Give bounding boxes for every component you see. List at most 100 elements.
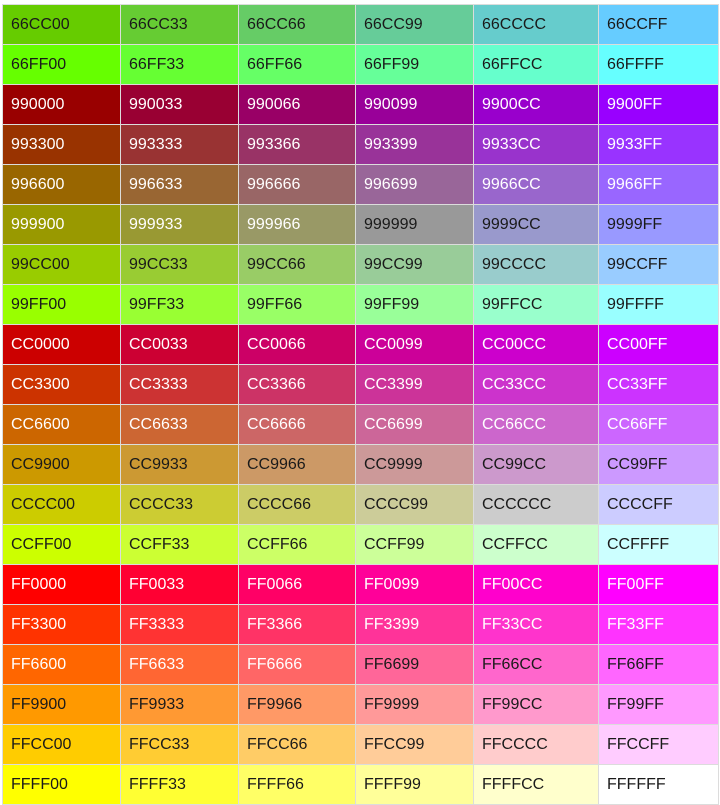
color-swatch-99cc00[interactable]: 99CC00	[2, 244, 121, 285]
color-swatch-ff9900[interactable]: FF9900	[2, 684, 121, 725]
color-swatch-cc3333[interactable]: CC3333	[120, 364, 239, 405]
color-swatch-66cc00[interactable]: 66CC00	[2, 4, 121, 45]
color-swatch-cc6699[interactable]: CC6699	[355, 404, 474, 445]
color-swatch-ff9933[interactable]: FF9933	[120, 684, 239, 725]
color-swatch-ff0033[interactable]: FF0033	[120, 564, 239, 605]
color-swatch-cc9933[interactable]: CC9933	[120, 444, 239, 485]
color-swatch-ffff66[interactable]: FFFF66	[238, 764, 356, 805]
color-swatch-ffcc33[interactable]: FFCC33	[120, 724, 239, 765]
color-swatch-ff0066[interactable]: FF0066	[238, 564, 356, 605]
color-swatch-66cc33[interactable]: 66CC33	[120, 4, 239, 45]
color-swatch-ff6666[interactable]: FF6666	[238, 644, 356, 685]
color-swatch-990099[interactable]: 990099	[355, 84, 474, 125]
color-swatch-99ffcc[interactable]: 99FFCC	[473, 284, 599, 325]
color-swatch-9966cc[interactable]: 9966CC	[473, 164, 599, 205]
color-swatch-66ff00[interactable]: 66FF00	[2, 44, 121, 85]
color-swatch-ff00cc[interactable]: FF00CC	[473, 564, 599, 605]
color-swatch-9999cc[interactable]: 9999CC	[473, 204, 599, 245]
color-swatch-ff0000[interactable]: FF0000	[2, 564, 121, 605]
color-swatch-ff33ff[interactable]: FF33FF	[598, 604, 719, 645]
color-swatch-ffcc99[interactable]: FFCC99	[355, 724, 474, 765]
color-swatch-999966[interactable]: 999966	[238, 204, 356, 245]
color-swatch-ffcc00[interactable]: FFCC00	[2, 724, 121, 765]
color-swatch-9966ff[interactable]: 9966FF	[598, 164, 719, 205]
color-swatch-66cc66[interactable]: 66CC66	[238, 4, 356, 45]
color-swatch-cc3399[interactable]: CC3399	[355, 364, 474, 405]
color-swatch-cc33cc[interactable]: CC33CC	[473, 364, 599, 405]
color-swatch-cc99cc[interactable]: CC99CC	[473, 444, 599, 485]
color-swatch-999933[interactable]: 999933	[120, 204, 239, 245]
color-swatch-cc00ff[interactable]: CC00FF	[598, 324, 719, 365]
color-swatch-cccc00[interactable]: CCCC00	[2, 484, 121, 525]
color-swatch-ff66cc[interactable]: FF66CC	[473, 644, 599, 685]
color-swatch-99ff66[interactable]: 99FF66	[238, 284, 356, 325]
color-swatch-66cccc[interactable]: 66CCCC	[473, 4, 599, 45]
color-swatch-99cc99[interactable]: 99CC99	[355, 244, 474, 285]
color-swatch-cc6600[interactable]: CC6600	[2, 404, 121, 445]
color-swatch-cc00cc[interactable]: CC00CC	[473, 324, 599, 365]
color-swatch-9933cc[interactable]: 9933CC	[473, 124, 599, 165]
color-swatch-ffff33[interactable]: FFFF33	[120, 764, 239, 805]
color-swatch-99cc33[interactable]: 99CC33	[120, 244, 239, 285]
color-swatch-999999[interactable]: 999999	[355, 204, 474, 245]
color-swatch-cc0099[interactable]: CC0099	[355, 324, 474, 365]
color-swatch-990033[interactable]: 990033	[120, 84, 239, 125]
color-swatch-ff3333[interactable]: FF3333	[120, 604, 239, 645]
color-swatch-cc9999[interactable]: CC9999	[355, 444, 474, 485]
color-swatch-ff33cc[interactable]: FF33CC	[473, 604, 599, 645]
color-swatch-66ff66[interactable]: 66FF66	[238, 44, 356, 85]
color-swatch-cc9966[interactable]: CC9966	[238, 444, 356, 485]
color-swatch-ffffff[interactable]: FFFFFF	[598, 764, 719, 805]
color-swatch-9999ff[interactable]: 9999FF	[598, 204, 719, 245]
color-swatch-ff99cc[interactable]: FF99CC	[473, 684, 599, 725]
color-swatch-ff6600[interactable]: FF6600	[2, 644, 121, 685]
color-swatch-9933ff[interactable]: 9933FF	[598, 124, 719, 165]
color-swatch-993333[interactable]: 993333	[120, 124, 239, 165]
color-swatch-cc66ff[interactable]: CC66FF	[598, 404, 719, 445]
color-swatch-cc99ff[interactable]: CC99FF	[598, 444, 719, 485]
color-swatch-ffff99[interactable]: FFFF99	[355, 764, 474, 805]
color-swatch-ff9999[interactable]: FF9999	[355, 684, 474, 725]
color-swatch-ff3366[interactable]: FF3366	[238, 604, 356, 645]
color-swatch-66cc99[interactable]: 66CC99	[355, 4, 474, 45]
color-swatch-996699[interactable]: 996699	[355, 164, 474, 205]
color-swatch-ff3399[interactable]: FF3399	[355, 604, 474, 645]
color-swatch-9900ff[interactable]: 9900FF	[598, 84, 719, 125]
color-swatch-990066[interactable]: 990066	[238, 84, 356, 125]
color-swatch-ff6699[interactable]: FF6699	[355, 644, 474, 685]
color-swatch-99ff33[interactable]: 99FF33	[120, 284, 239, 325]
color-swatch-cc9900[interactable]: CC9900	[2, 444, 121, 485]
color-swatch-ffffcc[interactable]: FFFFCC	[473, 764, 599, 805]
color-swatch-66ff99[interactable]: 66FF99	[355, 44, 474, 85]
color-swatch-990000[interactable]: 990000	[2, 84, 121, 125]
color-swatch-9900cc[interactable]: 9900CC	[473, 84, 599, 125]
color-swatch-66ff33[interactable]: 66FF33	[120, 44, 239, 85]
color-swatch-ccffcc[interactable]: CCFFCC	[473, 524, 599, 565]
color-swatch-99ff00[interactable]: 99FF00	[2, 284, 121, 325]
color-swatch-cc0066[interactable]: CC0066	[238, 324, 356, 365]
color-swatch-ccff00[interactable]: CCFF00	[2, 524, 121, 565]
color-swatch-ccff66[interactable]: CCFF66	[238, 524, 356, 565]
color-swatch-99ffff[interactable]: 99FFFF	[598, 284, 719, 325]
color-swatch-cccc33[interactable]: CCCC33	[120, 484, 239, 525]
color-swatch-cccc66[interactable]: CCCC66	[238, 484, 356, 525]
color-swatch-cc66cc[interactable]: CC66CC	[473, 404, 599, 445]
color-swatch-ffcccc[interactable]: FFCCCC	[473, 724, 599, 765]
color-swatch-cc3366[interactable]: CC3366	[238, 364, 356, 405]
color-swatch-ccff33[interactable]: CCFF33	[120, 524, 239, 565]
color-swatch-66ffcc[interactable]: 66FFCC	[473, 44, 599, 85]
color-swatch-ffff00[interactable]: FFFF00	[2, 764, 121, 805]
color-swatch-ff9966[interactable]: FF9966	[238, 684, 356, 725]
color-swatch-ff3300[interactable]: FF3300	[2, 604, 121, 645]
color-swatch-ff00ff[interactable]: FF00FF	[598, 564, 719, 605]
color-swatch-cccccc[interactable]: CCCCCC	[473, 484, 599, 525]
color-swatch-66ccff[interactable]: 66CCFF	[598, 4, 719, 45]
color-swatch-99cc66[interactable]: 99CC66	[238, 244, 356, 285]
color-swatch-ccccff[interactable]: CCCCFF	[598, 484, 719, 525]
color-swatch-99cccc[interactable]: 99CCCC	[473, 244, 599, 285]
color-swatch-66ffff[interactable]: 66FFFF	[598, 44, 719, 85]
color-swatch-993300[interactable]: 993300	[2, 124, 121, 165]
color-swatch-ffcc66[interactable]: FFCC66	[238, 724, 356, 765]
color-swatch-cc3300[interactable]: CC3300	[2, 364, 121, 405]
color-swatch-ff99ff[interactable]: FF99FF	[598, 684, 719, 725]
